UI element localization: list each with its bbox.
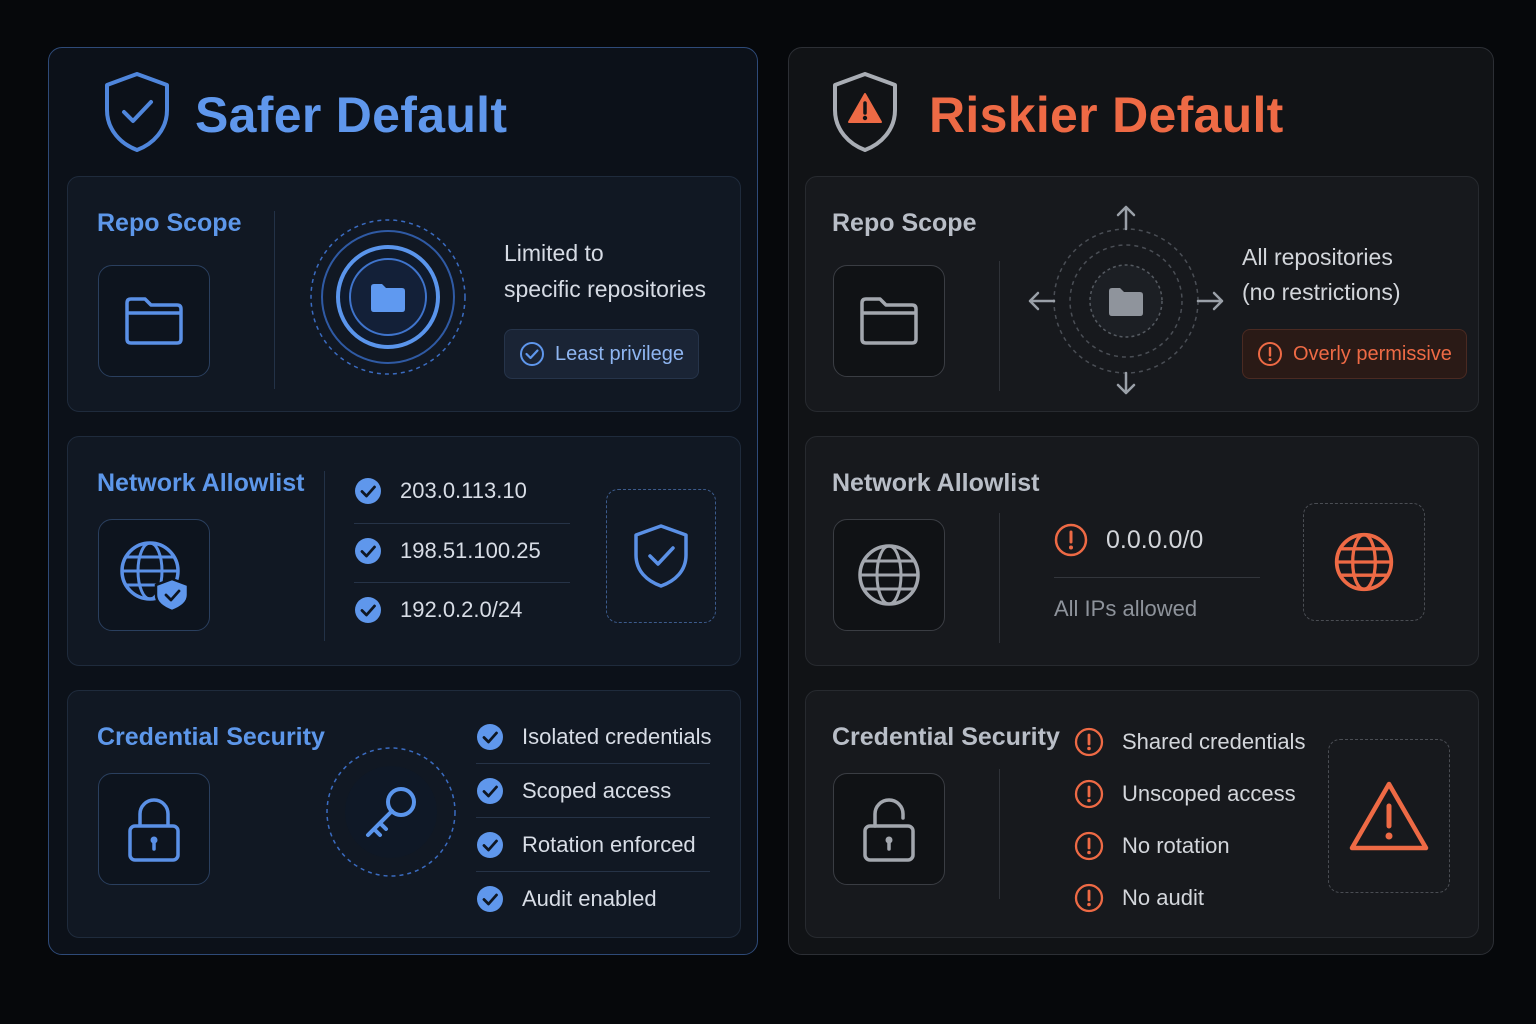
credential-item-label: Scoped access: [522, 778, 672, 803]
credential-item: Unscoped access: [1074, 779, 1296, 809]
check-circle-icon: [354, 596, 382, 624]
panel-title: Riskier Default: [929, 87, 1284, 143]
card-label: Repo Scope: [832, 209, 977, 237]
ip-address: 203.0.113.10: [400, 478, 527, 503]
allowlist-entry: 203.0.113.10: [354, 477, 527, 505]
expanding-folder-icon: [1026, 205, 1226, 395]
repo-scope-card: Repo Scope All repositories (no restrict…: [805, 176, 1479, 412]
alert-circle-icon: [1074, 779, 1104, 809]
network-allowlist-card: Network Allowlist 0.0.0.0/0 All IPs allo…: [805, 436, 1479, 666]
credential-item-label: Shared credentials: [1122, 729, 1306, 754]
credential-item-label: No rotation: [1122, 833, 1230, 858]
key-icon: [324, 745, 458, 879]
check-circle-icon: [354, 477, 382, 505]
divider: [476, 871, 710, 872]
alert-circle-icon: [1257, 341, 1283, 367]
unlocked-lock-icon: [833, 773, 945, 885]
globe-icon: [833, 519, 945, 631]
shield-check-icon: [606, 489, 716, 623]
card-label: Credential Security: [832, 723, 1060, 751]
divider: [324, 471, 325, 641]
alert-circle-icon: [1074, 831, 1104, 861]
divider: [354, 582, 570, 583]
folder-icon: [833, 265, 945, 377]
card-label: Credential Security: [97, 723, 325, 751]
scope-description-line2: (no restrictions): [1242, 279, 1401, 305]
ip-address: 192.0.2.0/24: [400, 597, 523, 622]
credential-item: Shared credentials: [1074, 727, 1305, 757]
check-circle-icon: [354, 537, 382, 565]
overly-permissive-badge: Overly permissive: [1242, 329, 1467, 379]
credential-item-label: Audit enabled: [522, 886, 657, 911]
scope-description-line1: All repositories: [1242, 244, 1393, 270]
badge-label: Least privilege: [555, 342, 684, 365]
credential-item-label: Rotation enforced: [522, 832, 696, 857]
divider: [999, 261, 1000, 391]
allowlist-entry: 198.51.100.25: [354, 537, 541, 565]
card-label: Network Allowlist: [832, 469, 1040, 497]
credential-item-label: Unscoped access: [1122, 781, 1296, 806]
shield-warning-icon: [829, 70, 901, 154]
allowlist-entry: 0.0.0.0/0: [1054, 523, 1203, 557]
safer-default-panel: Safer Default Repo Scope Limited to spec…: [48, 47, 758, 955]
targeted-folder-icon: [308, 217, 468, 377]
shield-check-icon: [101, 70, 173, 154]
panel-title: Safer Default: [195, 87, 508, 143]
ip-address: 198.51.100.25: [400, 538, 541, 563]
alert-circle-icon: [1054, 523, 1088, 557]
divider: [476, 817, 710, 818]
credential-item: No rotation: [1074, 831, 1230, 861]
allowlist-note: All IPs allowed: [1054, 596, 1198, 621]
divider: [999, 769, 1000, 899]
riskier-default-panel: Riskier Default Repo Scope All repositor…: [788, 47, 1494, 955]
credential-item: Isolated credentials: [476, 723, 712, 751]
network-allowlist-card: Network Allowlist 203.0.113.10 198.51.10…: [67, 436, 741, 666]
check-circle-icon: [476, 723, 504, 751]
globe-shield-icon: [98, 519, 210, 631]
alert-circle-icon: [1074, 727, 1104, 757]
divider: [274, 211, 275, 389]
card-label: Network Allowlist: [97, 469, 305, 497]
check-circle-icon: [519, 341, 545, 367]
credential-item: Scoped access: [476, 777, 671, 805]
credential-item: Rotation enforced: [476, 831, 696, 859]
divider: [476, 763, 710, 764]
credential-security-card: Credential Security Isolated credentials: [67, 690, 741, 938]
ip-address: 0.0.0.0/0: [1106, 525, 1204, 554]
divider: [354, 523, 570, 524]
warning-triangle-icon: [1328, 739, 1450, 893]
allowlist-entry: 192.0.2.0/24: [354, 596, 522, 624]
credential-item-label: Isolated credentials: [522, 724, 712, 749]
repo-scope-card: Repo Scope Limited to specific repositor…: [67, 176, 741, 412]
credential-item: Audit enabled: [476, 885, 657, 913]
divider: [999, 513, 1000, 643]
alert-circle-icon: [1074, 883, 1104, 913]
divider: [1054, 577, 1260, 578]
credential-item-label: No audit: [1122, 885, 1204, 910]
scope-description-line1: Limited to: [504, 240, 604, 266]
folder-icon: [98, 265, 210, 377]
badge-label: Overly permissive: [1293, 342, 1452, 365]
credential-item: No audit: [1074, 883, 1204, 913]
check-circle-icon: [476, 777, 504, 805]
least-privilege-badge: Least privilege: [504, 329, 699, 379]
credential-security-card: Credential Security Shared credentials U…: [805, 690, 1479, 938]
globe-icon: [1303, 503, 1425, 621]
check-circle-icon: [476, 885, 504, 913]
check-circle-icon: [476, 831, 504, 859]
lock-icon: [98, 773, 210, 885]
scope-description-line2: specific repositories: [504, 276, 706, 302]
card-label: Repo Scope: [97, 209, 242, 237]
